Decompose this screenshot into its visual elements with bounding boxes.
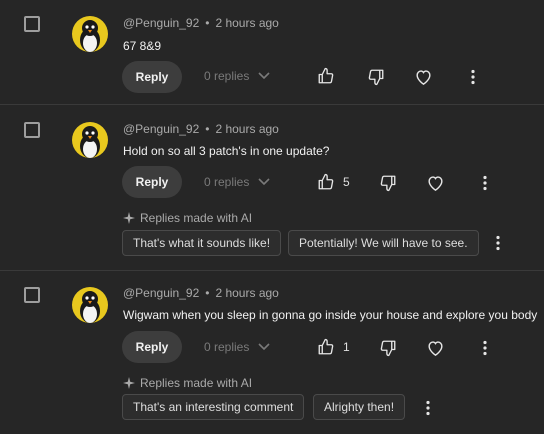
timestamp[interactable]: 2 hours ago (215, 122, 278, 136)
replies-toggle[interactable]: 0 replies (204, 69, 271, 83)
chevron-down-icon (258, 178, 270, 186)
more-vert-icon (496, 235, 500, 251)
more-options-button[interactable] (478, 340, 492, 356)
suggested-reply-chip[interactable]: Alrighty then! (313, 394, 406, 420)
more-vert-icon (483, 175, 487, 191)
avatar[interactable] (72, 16, 108, 52)
comment-1: @Penguin_92 • 2 hours ago 67 8&9 Reply 0 r… (0, 0, 544, 104)
heart-button[interactable] (426, 339, 445, 357)
select-checkbox[interactable] (24, 16, 40, 32)
reply-button[interactable]: Reply (122, 166, 182, 198)
heart-button[interactable] (414, 68, 433, 86)
sparkle-icon (123, 212, 135, 224)
replies-count: 0 replies (204, 340, 250, 354)
thumbs-up-icon (318, 173, 334, 190)
thumbs-up-icon (318, 338, 334, 355)
penguin-avatar-icon (80, 20, 100, 52)
like-button[interactable] (317, 67, 335, 85)
comment-text: 67 8&9 (123, 39, 162, 53)
heart-icon (416, 70, 431, 85)
thumbs-down-icon (380, 175, 396, 192)
author-name[interactable]: @Penguin_92 (123, 286, 199, 300)
suggested-reply-chip[interactable]: That's what it sounds like! (122, 230, 282, 256)
thumbs-down-icon (368, 69, 384, 86)
comment-text: Wigwam when you sleep in gonna go inside… (123, 308, 538, 322)
replies-count: 0 replies (204, 175, 250, 189)
more-options-button[interactable] (478, 175, 492, 191)
reply-button[interactable]: Reply (122, 61, 182, 93)
dislike-button[interactable] (367, 68, 385, 86)
select-checkbox[interactable] (24, 122, 40, 138)
more-vert-icon (471, 69, 475, 85)
heart-button[interactable] (426, 174, 445, 192)
heart-icon (428, 176, 443, 191)
like-count: 1 (343, 340, 350, 354)
suggestions-more-button[interactable] (491, 235, 505, 251)
select-checkbox[interactable] (24, 287, 40, 303)
reply-button[interactable]: Reply (122, 331, 182, 363)
dislike-button[interactable] (379, 174, 397, 192)
author-name[interactable]: @Penguin_92 (123, 16, 199, 30)
comment-meta: @Penguin_92 • 2 hours ago (123, 286, 279, 300)
ai-replies-label: Replies made with AI (123, 211, 252, 225)
like-count: 5 (343, 175, 350, 189)
dislike-button[interactable] (379, 339, 397, 357)
chevron-down-icon (258, 343, 270, 351)
replies-toggle[interactable]: 0 replies (204, 175, 271, 189)
timestamp[interactable]: 2 hours ago (215, 286, 278, 300)
penguin-avatar-icon (80, 291, 100, 323)
sparkle-icon (123, 377, 135, 389)
comment-2: @Penguin_92 • 2 hours ago Hold on so all 3… (0, 105, 544, 270)
like-button[interactable]: 5 (317, 173, 350, 191)
heart-icon (428, 341, 443, 356)
more-vert-icon (426, 400, 430, 416)
like-button[interactable]: 1 (317, 338, 350, 356)
ai-replies-text: Replies made with AI (140, 376, 253, 390)
comment-3: @Penguin_92 • 2 hours ago Wigwam when you … (0, 271, 544, 434)
ai-replies-label: Replies made with AI (123, 376, 252, 390)
suggested-reply-chip[interactable]: Potentially! We will have to see. (288, 230, 479, 256)
comment-meta: @Penguin_92 • 2 hours ago (123, 122, 279, 136)
thumbs-down-icon (380, 340, 396, 357)
thumbs-up-icon (318, 67, 334, 84)
author-name[interactable]: @Penguin_92 (123, 122, 199, 136)
avatar[interactable] (72, 122, 108, 158)
avatar[interactable] (72, 287, 108, 323)
chevron-down-icon (258, 72, 270, 80)
replies-toggle[interactable]: 0 replies (204, 340, 271, 354)
more-options-button[interactable] (466, 69, 480, 85)
suggested-reply-chip[interactable]: That's an interesting comment (122, 394, 305, 420)
timestamp[interactable]: 2 hours ago (215, 16, 278, 30)
replies-count: 0 replies (204, 69, 250, 83)
more-vert-icon (483, 340, 487, 356)
ai-replies-text: Replies made with AI (140, 211, 253, 225)
comment-meta: @Penguin_92 • 2 hours ago (123, 16, 279, 30)
penguin-avatar-icon (80, 126, 100, 158)
comment-text: Hold on so all 3 patch's in one update? (123, 144, 330, 158)
suggestions-more-button[interactable] (421, 400, 435, 416)
